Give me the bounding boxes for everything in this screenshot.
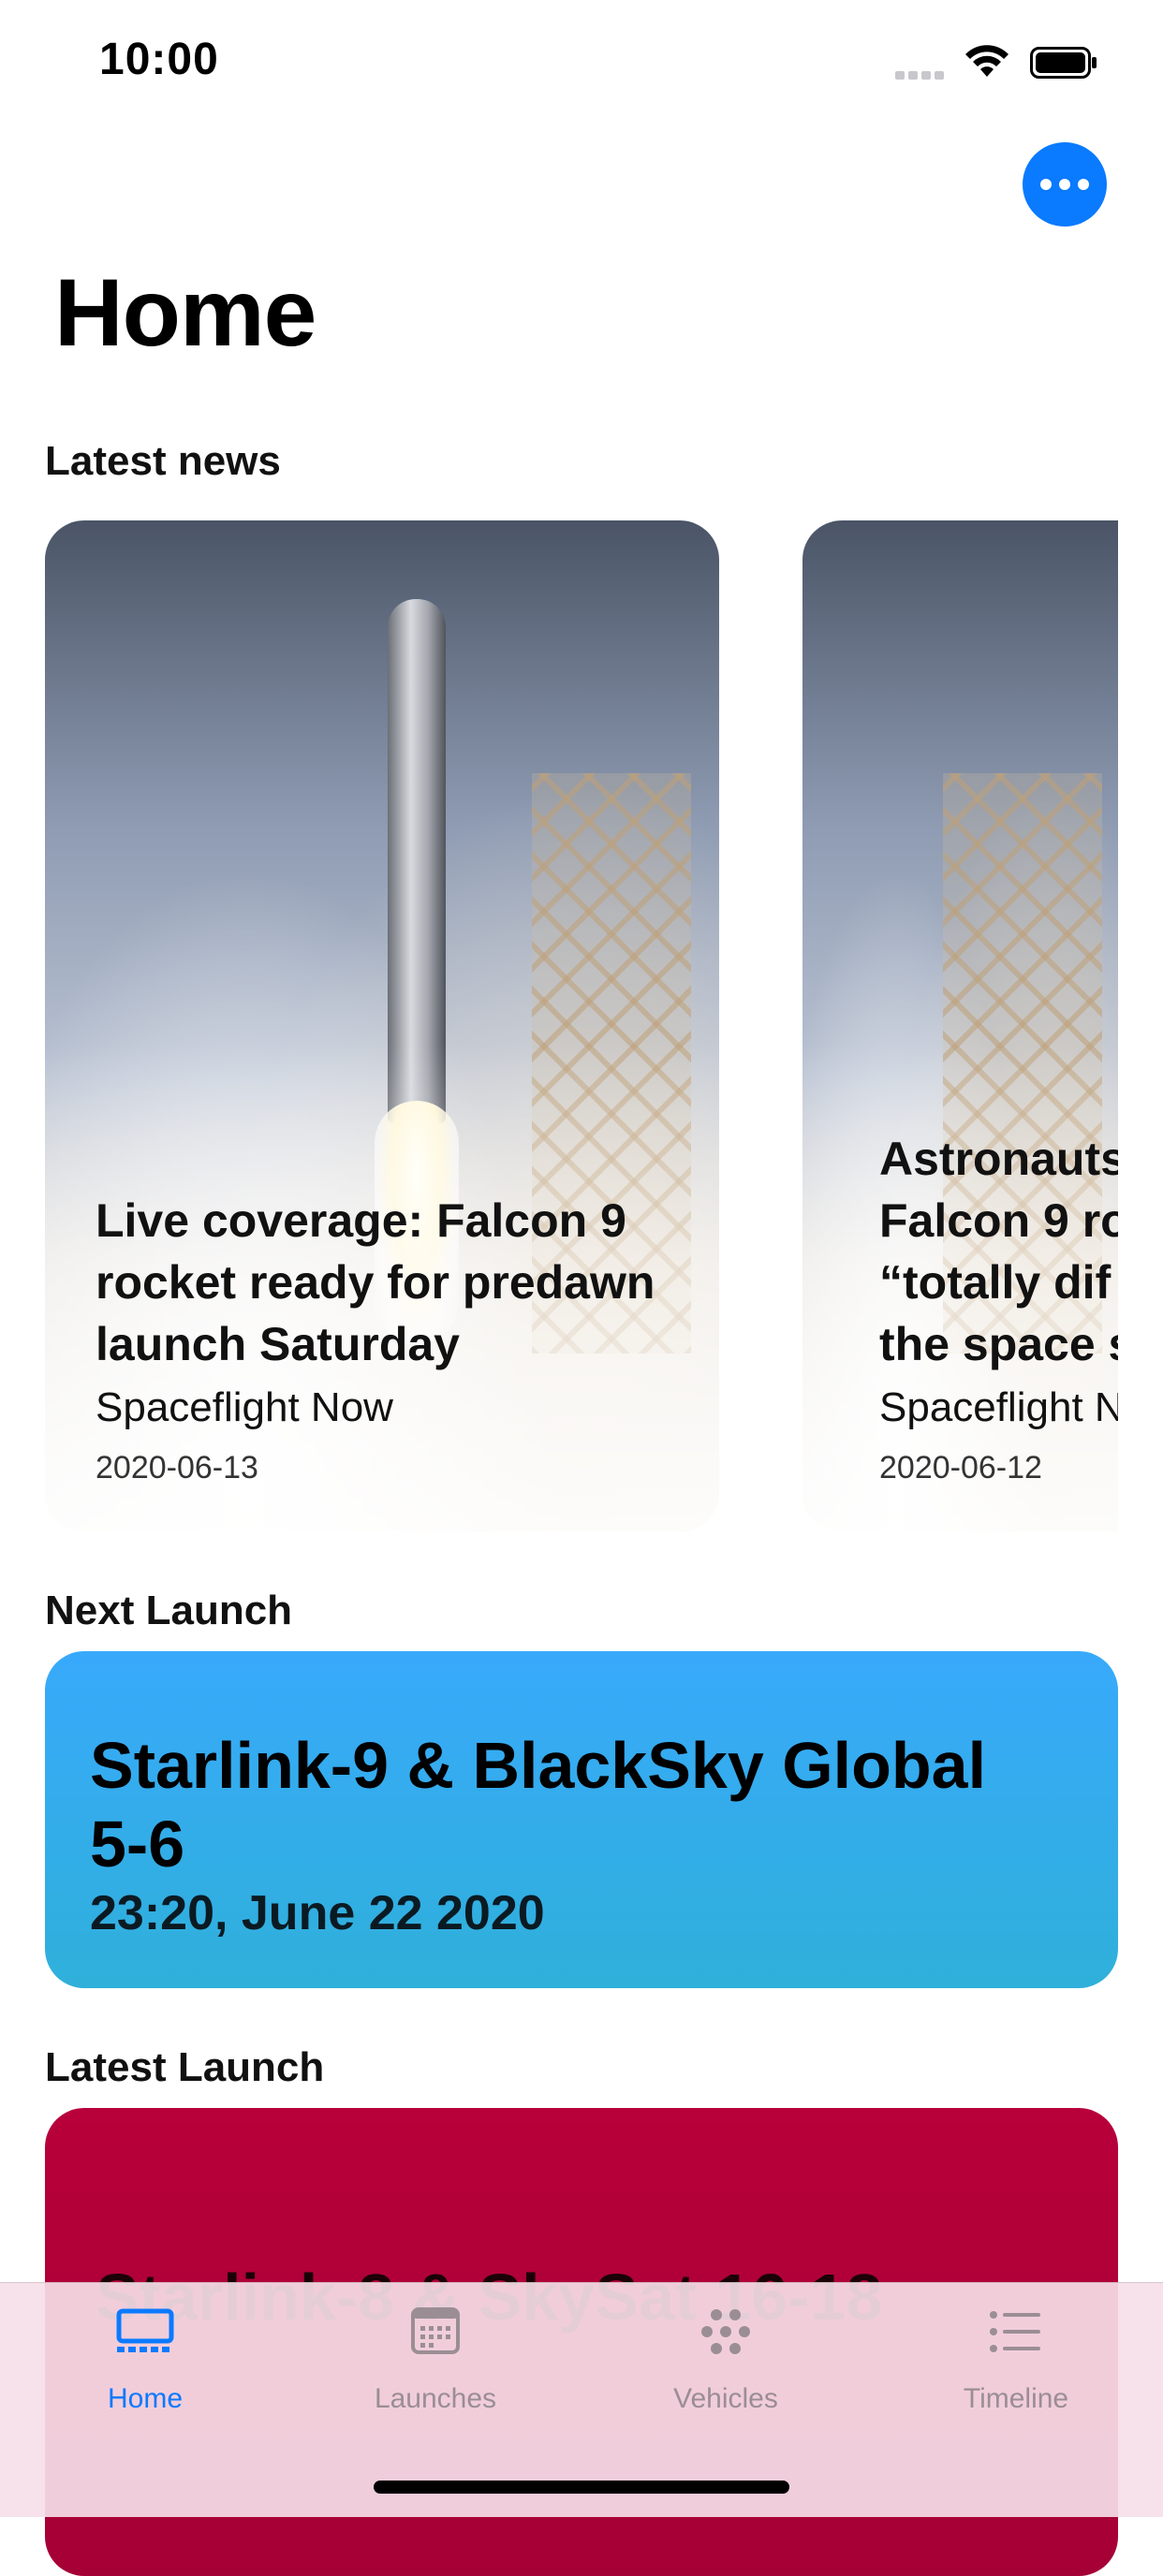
status-bar: 10:00	[0, 0, 1163, 124]
next-launch-card[interactable]: Starlink-9 & BlackSky Global 5-6 23:20, …	[45, 1651, 1118, 1988]
engines-icon	[701, 2309, 750, 2354]
tab-label: Timeline	[963, 2383, 1069, 2414]
news-card[interactable]: Live coverage: Falcon 9 rocket ready for…	[45, 520, 719, 1531]
tab-vehicles[interactable]: Vehicles	[632, 2307, 819, 2415]
news-source: Spaceflight Now	[96, 1384, 393, 1430]
next-launch-date: 23:20, June 22 2020	[90, 1886, 545, 1940]
latest-launch-header: Latest Launch	[45, 2044, 325, 2090]
news-card[interactable]: Astronauts Falcon 9 ro “totally dif the …	[802, 520, 1118, 1531]
news-date: 2020-06-13	[96, 1450, 258, 1486]
next-launch-header: Next Launch	[45, 1588, 293, 1633]
page-title: Home	[54, 259, 317, 366]
more-button[interactable]	[1023, 142, 1107, 227]
calendar-icon	[411, 2307, 460, 2354]
news-title: Live coverage: Falcon 9 rocket ready for…	[96, 1194, 655, 1370]
ellipsis-icon	[1040, 179, 1052, 190]
tab-label: Home	[107, 2383, 184, 2414]
tab-home[interactable]: Home	[52, 2307, 239, 2415]
tab-label: Launches	[374, 2383, 497, 2414]
latest-news-header: Latest news	[45, 438, 281, 484]
tab-timeline[interactable]: Timeline	[922, 2307, 1110, 2415]
wifi-icon	[965, 45, 1008, 77]
next-launch-name: Starlink-9 & BlackSky Global 5-6	[90, 1729, 987, 1881]
display-icon	[116, 2308, 174, 2352]
status-time: 10:00	[99, 35, 219, 84]
news-title: Astronauts Falcon 9 ro “totally dif the …	[879, 1133, 1118, 1370]
battery-icon	[1030, 47, 1097, 79]
cellular-signal-icon	[895, 67, 948, 84]
list-icon	[990, 2311, 1040, 2352]
home-indicator[interactable]	[374, 2481, 789, 2494]
tab-launches[interactable]: Launches	[342, 2307, 529, 2415]
tab-label: Vehicles	[673, 2383, 778, 2414]
news-source: Spaceflight N	[879, 1384, 1118, 1430]
news-date: 2020-06-12	[879, 1450, 1042, 1486]
